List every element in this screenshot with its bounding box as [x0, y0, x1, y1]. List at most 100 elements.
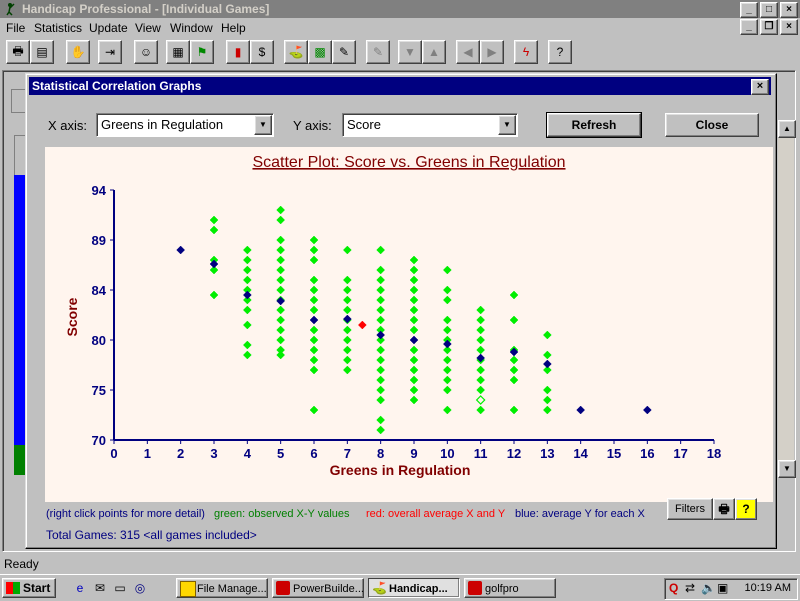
down-arrow-icon: ▼ — [398, 40, 422, 64]
edit-icon[interactable]: ✎ — [332, 40, 356, 64]
y-axis-title: Score — [64, 297, 80, 336]
bar-chart-icon[interactable]: ▮ — [226, 40, 250, 64]
calculator-icon[interactable]: ▦ — [166, 40, 190, 64]
menu-view[interactable]: View — [135, 21, 161, 35]
speaker-icon[interactable]: 🔈 — [701, 581, 716, 595]
vertical-scrollbar[interactable]: ▲ ▼ — [778, 120, 796, 478]
average-y-point — [409, 335, 419, 345]
observed-point — [276, 305, 286, 315]
observed-point — [309, 275, 319, 285]
close-window-button[interactable]: × — [780, 2, 798, 18]
mdi-restore-button[interactable]: ❐ — [760, 19, 778, 35]
task-powerbuilder[interactable]: PowerBuilde... — [272, 578, 364, 598]
menu-update[interactable]: Update — [89, 21, 128, 35]
help-icon[interactable]: ? — [548, 40, 572, 64]
x-tick-label: 0 — [110, 446, 117, 461]
observed-point — [409, 275, 419, 285]
legend-blue: blue: average Y for each X — [515, 508, 645, 520]
observed-point — [242, 350, 252, 360]
map-icon[interactable]: ▩ — [308, 40, 332, 64]
system-tray: Q ⇄ 🔈 ▣ 10:19 AM — [664, 578, 798, 600]
observed-point — [409, 375, 419, 385]
channels-icon[interactable]: ◎ — [132, 580, 148, 596]
mdi-close-button[interactable]: × — [780, 19, 798, 35]
observed-point — [476, 315, 486, 325]
chevron-down-icon[interactable]: ▼ — [254, 115, 272, 135]
golfer-icon[interactable]: ⛳ — [284, 40, 308, 64]
mdi-minimize-button[interactable]: _ — [740, 19, 758, 35]
tray-network-icon[interactable]: ⇄ — [685, 581, 695, 595]
correlation-dialog: Statistical Correlation Graphs × X axis:… — [25, 73, 777, 549]
desktop-icon[interactable]: ▭ — [112, 580, 128, 596]
x-tick-label: 8 — [377, 446, 384, 461]
y-tick-label: 70 — [92, 433, 106, 448]
clock[interactable]: 10:19 AM — [745, 582, 791, 594]
close-button[interactable]: Close — [665, 113, 759, 137]
lightning-icon[interactable]: ϟ — [514, 40, 538, 64]
x-axis-select[interactable]: Greens in Regulation ▼ — [96, 113, 274, 137]
observed-point — [542, 405, 552, 415]
task-file-manager[interactable]: File Manage... — [176, 578, 268, 598]
dialog-close-icon[interactable]: × — [751, 79, 769, 95]
observed-point — [542, 330, 552, 340]
observed-point — [342, 285, 352, 295]
observed-point — [276, 325, 286, 335]
y-axis-select[interactable]: Score ▼ — [342, 113, 518, 137]
printer-icon[interactable]: 🖶 — [6, 40, 30, 64]
observed-point — [376, 295, 386, 305]
menu-window[interactable]: Window — [170, 21, 213, 35]
selected-point — [475, 395, 486, 405]
observed-point — [476, 385, 486, 395]
dollar-icon[interactable]: $ — [250, 40, 274, 64]
x-tick-label: 15 — [607, 446, 621, 461]
observed-point — [442, 355, 452, 365]
observed-point — [309, 405, 319, 415]
y-tick-label: 89 — [92, 233, 106, 248]
observed-point — [409, 395, 419, 405]
observed-point — [309, 355, 319, 365]
average-y-point — [242, 290, 252, 300]
disabled-icon: ✎ — [366, 40, 390, 64]
refresh-button[interactable]: Refresh — [546, 112, 642, 138]
minimize-button[interactable]: _ — [740, 2, 758, 18]
observed-point — [409, 385, 419, 395]
x-tick-label: 18 — [707, 446, 721, 461]
tray-printer-icon[interactable]: ▣ — [717, 581, 728, 595]
observed-point — [476, 325, 486, 335]
chevron-down-icon[interactable]: ▼ — [498, 115, 516, 135]
stop-hand-icon[interactable]: ✋ — [66, 40, 90, 64]
menu-file[interactable]: File — [6, 21, 25, 35]
observed-point — [409, 345, 419, 355]
task-golfpro[interactable]: golfpro — [464, 578, 556, 598]
task-handicap[interactable]: ⛳ Handicap... — [368, 578, 460, 598]
observed-point — [376, 355, 386, 365]
ie-icon[interactable]: e — [72, 580, 88, 596]
exit-icon[interactable]: ⇥ — [98, 40, 122, 64]
printer-icon[interactable]: 🖶 — [713, 498, 735, 520]
start-button[interactable]: Start — [2, 578, 56, 598]
app-title: Handicap Professional - [Individual Game… — [22, 2, 270, 16]
observed-point — [376, 385, 386, 395]
maximize-button[interactable]: □ — [760, 2, 778, 18]
outlook-icon[interactable]: ✉ — [92, 580, 108, 596]
observed-point — [309, 365, 319, 375]
scroll-up-button[interactable]: ▲ — [778, 120, 796, 138]
handshake-icon[interactable]: ☺ — [134, 40, 158, 64]
observed-point — [442, 285, 452, 295]
observed-point — [409, 265, 419, 275]
menu-statistics[interactable]: Statistics — [34, 21, 82, 35]
tray-q-icon[interactable]: Q — [669, 581, 678, 595]
observed-point — [242, 305, 252, 315]
flag-icon[interactable]: ⚑ — [190, 40, 214, 64]
observed-point — [276, 275, 286, 285]
observed-point — [509, 365, 519, 375]
windows-logo-icon — [6, 582, 20, 594]
filters-button[interactable]: Filters — [667, 498, 713, 520]
scroll-down-button[interactable]: ▼ — [778, 460, 796, 478]
menu-help[interactable]: Help — [221, 21, 246, 35]
observed-point — [509, 375, 519, 385]
help-icon[interactable]: ? — [735, 498, 757, 520]
observed-point — [309, 305, 319, 315]
start-label: Start — [23, 581, 51, 595]
document-icon[interactable]: ▤ — [30, 40, 54, 64]
